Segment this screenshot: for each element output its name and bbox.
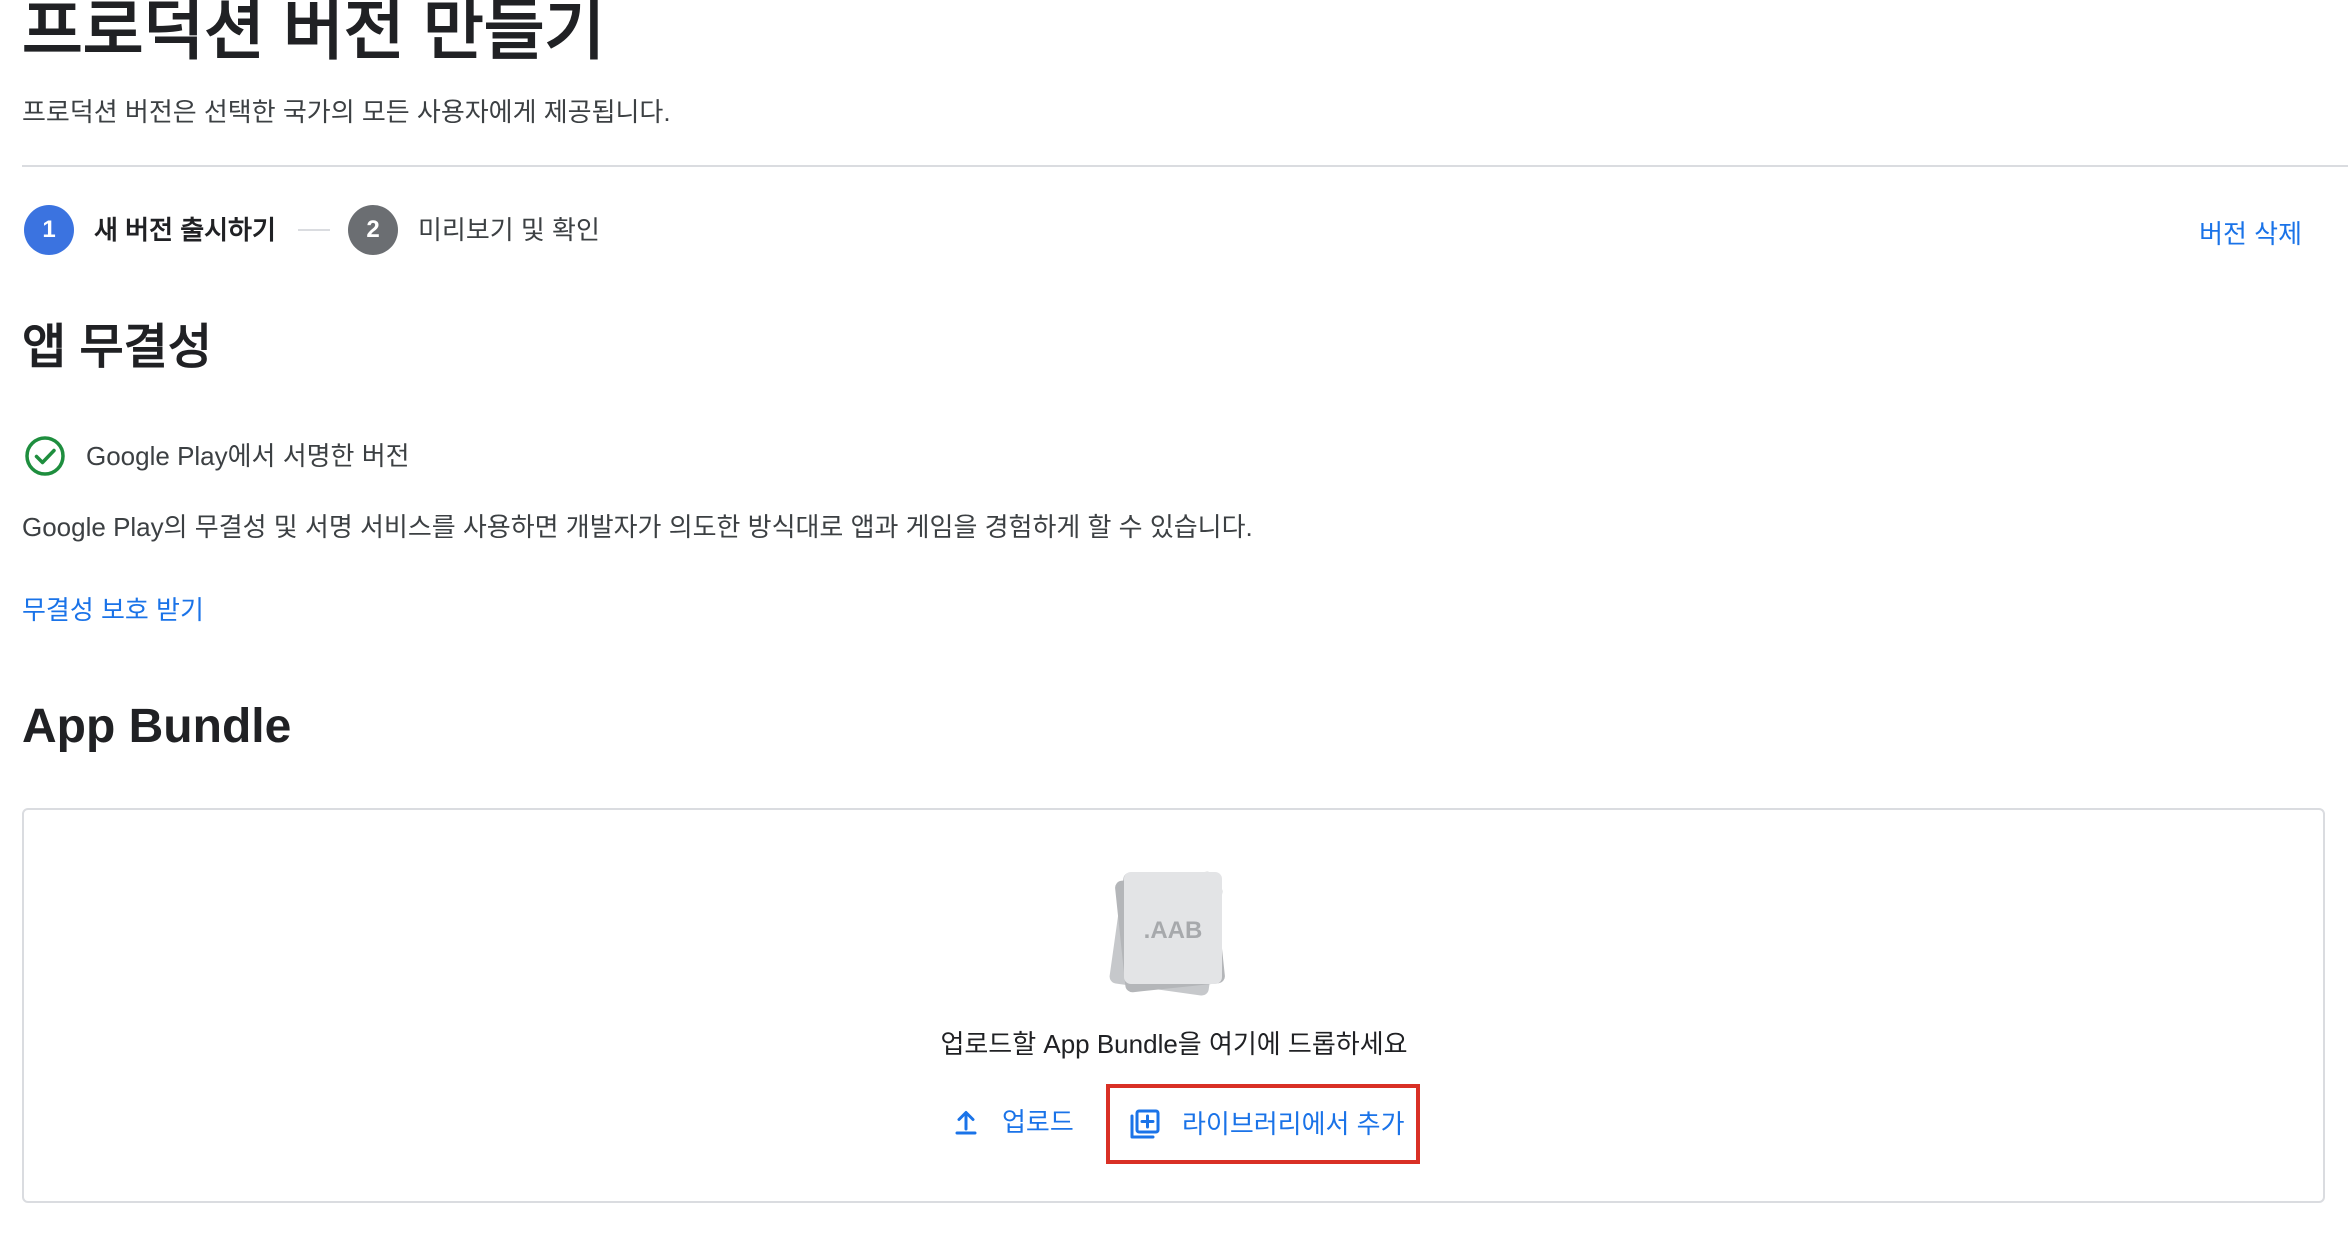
integrity-description: Google Play의 무결성 및 서명 서비스를 사용하면 개발자가 의도한… xyxy=(22,512,1253,542)
drop-instruction: 업로드할 App Bundle을 여기에 드롭하세요 xyxy=(940,1029,1408,1059)
upload-button[interactable]: 업로드 xyxy=(948,1102,1074,1142)
step-connector xyxy=(298,229,330,231)
step-preview-confirm[interactable]: 2 미리보기 및 확인 xyxy=(348,205,600,255)
add-from-library-label: 라이브러리에서 추가 xyxy=(1182,1109,1405,1139)
signing-status: Google Play에서 서명한 버전 xyxy=(24,434,410,478)
create-release-page: 프로덕션 버전 만들기 프로덕션 버전은 선택한 국가의 모든 사용자에게 제공… xyxy=(0,0,2348,1240)
get-integrity-protection-link[interactable]: 무결성 보호 받기 xyxy=(22,593,204,627)
page-subtitle: 프로덕션 버전은 선택한 국가의 모든 사용자에게 제공됩니다. xyxy=(22,97,671,127)
step-label: 새 버전 출시하기 xyxy=(94,215,276,245)
check-circle-icon xyxy=(24,435,66,477)
upload-button-label: 업로드 xyxy=(1002,1107,1074,1137)
integrity-heading: 앱 무결성 xyxy=(22,321,212,374)
aab-file-icon: .AAB xyxy=(1106,860,1236,1010)
step-number-badge: 1 xyxy=(24,205,74,255)
app-bundle-heading: App Bundle xyxy=(22,700,292,753)
step-label: 미리보기 및 확인 xyxy=(418,215,600,245)
step-new-release[interactable]: 1 새 버전 출시하기 xyxy=(24,205,276,255)
upload-icon xyxy=(948,1104,984,1140)
delete-release-link[interactable]: 버전 삭제 xyxy=(2199,217,2302,251)
add-library-icon xyxy=(1126,1106,1162,1142)
header-divider xyxy=(22,165,2348,167)
step-number-badge: 2 xyxy=(348,205,398,255)
aab-badge-text: .AAB xyxy=(1144,917,1203,944)
page-title: 프로덕션 버전 만들기 xyxy=(22,0,606,67)
signing-status-text: Google Play에서 서명한 버전 xyxy=(86,441,410,471)
add-from-library-button[interactable]: 라이브러리에서 추가 xyxy=(1106,1084,1420,1164)
